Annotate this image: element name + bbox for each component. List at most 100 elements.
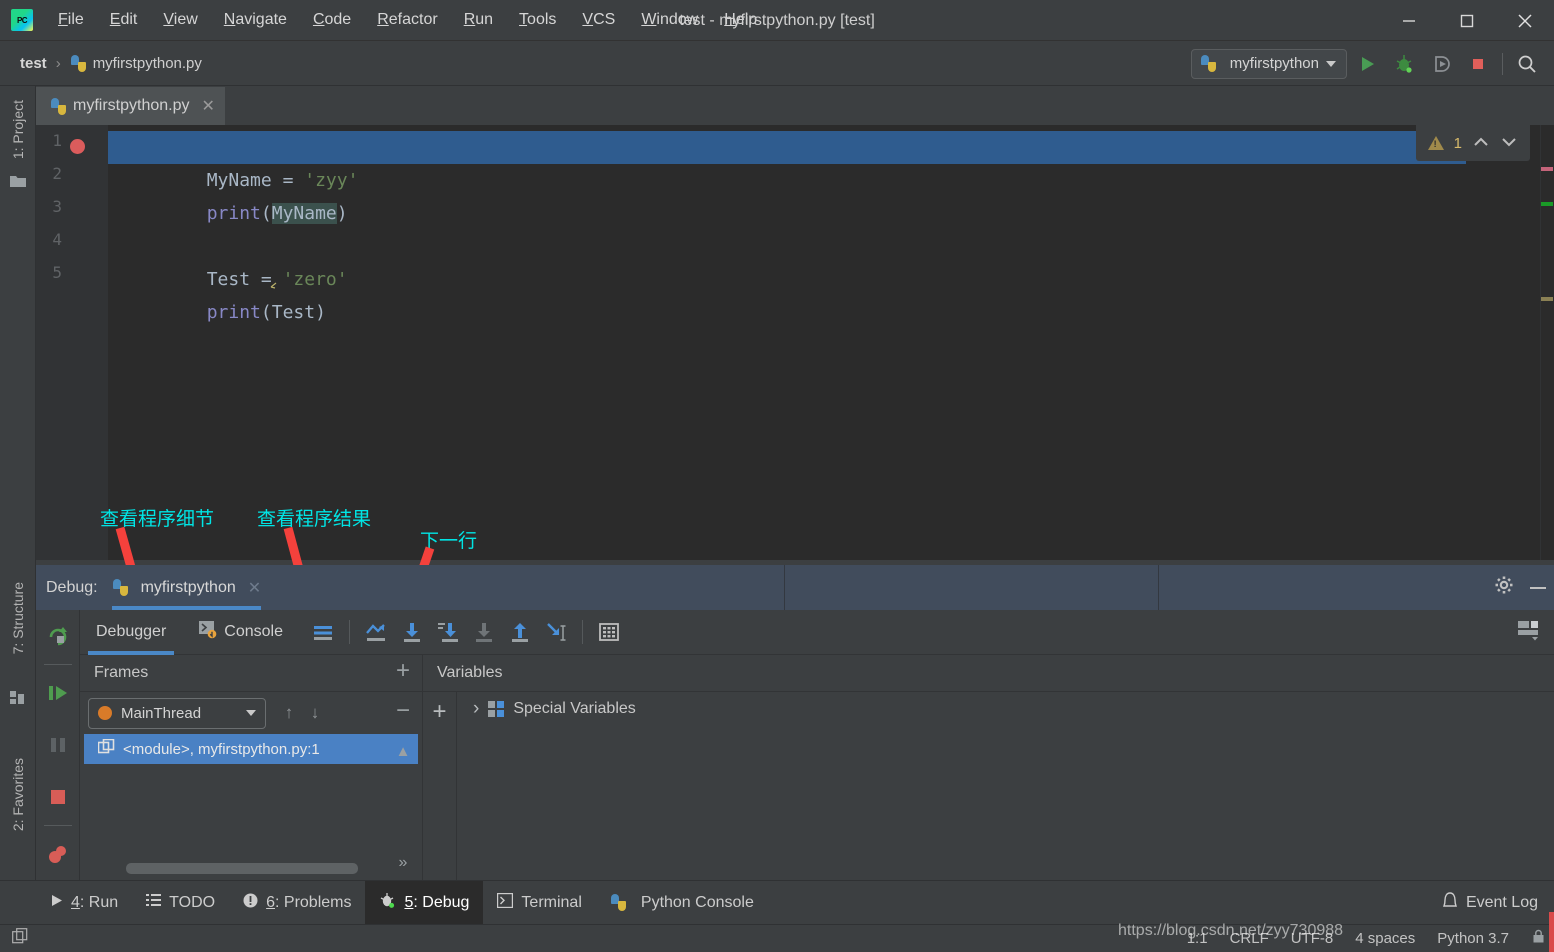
stop-button[interactable] — [1461, 47, 1495, 81]
search-everywhere-button[interactable] — [1510, 47, 1544, 81]
add-watch-button[interactable]: + — [396, 659, 410, 683]
menu-refactor[interactable]: Refactor — [364, 8, 450, 32]
move-up-button[interactable]: ▲ — [396, 743, 411, 760]
step-over-button[interactable] — [394, 614, 430, 650]
mute-breakpoints-button[interactable] — [305, 614, 341, 650]
editor-marker-bar[interactable] — [1540, 125, 1554, 560]
marker-error[interactable] — [1541, 167, 1553, 171]
chevron-down-icon — [1326, 60, 1336, 67]
code-editor[interactable]: 1 2 3 4 5 MyName = 'zyy' print(MyName) T… — [36, 125, 1554, 560]
frame-list-item[interactable]: <module>, myfirstpython.py:1 — [84, 734, 418, 764]
frame-up-button[interactable]: ↑ — [276, 700, 302, 726]
variable-label: Special Variables — [513, 700, 636, 717]
resume-program-button[interactable] — [36, 667, 80, 719]
bottom-tab-debug[interactable]: 5: Debug — [365, 880, 484, 925]
menu-vcs[interactable]: VCS — [569, 8, 628, 32]
debug-session-tab[interactable]: myfirstpython ✕ — [111, 565, 262, 610]
arrow-up-icon: ↑ — [284, 703, 294, 722]
editor-tab-label: myfirstpython.py — [73, 97, 190, 114]
breadcrumb-file[interactable]: myfirstpython.py — [93, 55, 202, 72]
sidebar-item-project-label: 1: Project — [10, 100, 26, 160]
chevron-right-icon[interactable]: › — [473, 698, 479, 720]
menu-window[interactable]: Window — [628, 8, 711, 32]
python-tab-icon — [50, 97, 67, 115]
menu-run[interactable]: Run — [451, 8, 506, 32]
pause-program-button[interactable] — [36, 719, 80, 771]
event-log-button[interactable]: Event Log — [1442, 891, 1538, 914]
rerun-button[interactable] — [36, 610, 80, 662]
status-bar-right: 1:1 CRLF UTF-8 4 spaces Python 3.7 — [1187, 929, 1546, 948]
copy-icon[interactable] — [12, 927, 29, 950]
file-encoding[interactable]: UTF-8 — [1291, 930, 1334, 947]
add-variable-button[interactable]: + — [432, 698, 446, 880]
title-bar: PC File Edit View Navigate Code Refactor… — [0, 0, 1554, 41]
minimize-panel-icon[interactable] — [1528, 579, 1546, 597]
code-area[interactable]: MyName = 'zyy' print(MyName) Test = 'zer… — [108, 125, 1554, 560]
editor-tab-myfirstpython[interactable]: myfirstpython.py ✕ — [36, 87, 225, 125]
thread-selector[interactable]: MainThread — [88, 697, 266, 729]
step-into-button[interactable] — [430, 614, 466, 650]
bottom-tab-python-console[interactable]: Python Console — [596, 881, 768, 925]
menu-code[interactable]: Code — [300, 8, 364, 32]
close-tab-icon[interactable]: ✕ — [201, 96, 214, 116]
tab-console[interactable]: Console — [182, 610, 299, 655]
menu-edit[interactable]: Edit — [97, 8, 151, 32]
marker-change[interactable] — [1541, 202, 1553, 206]
sidebar-item-favorites[interactable]: 2: Favorites — [0, 752, 36, 837]
python-interpreter[interactable]: Python 3.7 — [1437, 930, 1509, 947]
menu-navigate[interactable]: Navigate — [211, 8, 300, 32]
tab-debugger[interactable]: Debugger — [80, 610, 182, 655]
editor-tab-strip: myfirstpython.py ✕ — [36, 87, 1554, 125]
force-step-into-button[interactable] — [466, 614, 502, 650]
bottom-tab-run[interactable]: 4: Run — [36, 881, 132, 925]
layout-settings-button[interactable] — [1516, 619, 1540, 646]
frame-down-button[interactable]: ↓ — [302, 700, 328, 726]
next-problem-icon[interactable] — [1500, 135, 1518, 152]
indent-setting[interactable]: 4 spaces — [1355, 930, 1415, 947]
frames-expand-button[interactable]: » — [399, 854, 408, 872]
close-button[interactable] — [1496, 0, 1554, 41]
stop-button[interactable] — [36, 771, 80, 823]
maximize-button[interactable] — [1438, 0, 1496, 41]
view-breakpoints-button[interactable] — [36, 828, 80, 880]
close-session-icon[interactable]: ✕ — [248, 578, 261, 598]
run-configuration-selector[interactable]: myfirstpython — [1190, 48, 1347, 79]
line-number: 1 — [52, 131, 62, 150]
python-file-icon — [70, 54, 87, 72]
step-out-button[interactable] — [502, 614, 538, 650]
evaluate-expression-button[interactable] — [591, 614, 627, 650]
menu-help[interactable]: Help — [711, 8, 770, 32]
bottom-tab-problems[interactable]: 6: Problems — [229, 881, 365, 925]
chevron-down-icon — [246, 710, 256, 716]
debug-tabs-toolbar: Debugger Console — [80, 610, 1554, 655]
show-execution-point-button[interactable] — [358, 614, 394, 650]
caret-position[interactable]: 1:1 — [1187, 930, 1208, 947]
sidebar-item-project[interactable]: 1: Project — [0, 94, 36, 165]
breakpoint-marker[interactable] — [70, 139, 85, 154]
run-with-coverage-button[interactable] — [1424, 47, 1458, 81]
variable-row-special[interactable]: › Special Variables — [465, 692, 1554, 726]
bottom-tab-debug-label: 5: Debug — [404, 893, 470, 911]
bottom-tab-todo[interactable]: TODO — [132, 881, 229, 925]
run-to-cursor-button[interactable] — [538, 614, 574, 650]
run-button[interactable] — [1350, 47, 1384, 81]
minimize-button[interactable] — [1380, 0, 1438, 41]
menu-view[interactable]: View — [150, 8, 210, 32]
sidebar-item-structure[interactable]: 7: Structure — [0, 576, 36, 660]
previous-problem-icon[interactable] — [1472, 135, 1490, 152]
bottom-tab-terminal[interactable]: Terminal — [483, 881, 595, 925]
frames-horizontal-scrollbar[interactable] — [126, 863, 358, 874]
menu-tools[interactable]: Tools — [506, 8, 569, 32]
gear-icon[interactable] — [1494, 575, 1514, 600]
remove-watch-button[interactable]: − — [396, 699, 410, 723]
line-separator[interactable]: CRLF — [1230, 930, 1269, 947]
marker-warning[interactable] — [1541, 297, 1553, 301]
frame-icon — [97, 738, 115, 760]
lock-icon[interactable] — [1531, 929, 1546, 948]
debug-button[interactable] — [1387, 47, 1421, 81]
inspection-widget[interactable]: 1 — [1415, 125, 1530, 161]
breadcrumb-project[interactable]: test — [20, 55, 47, 72]
editor-gutter[interactable]: 1 2 3 4 5 — [36, 125, 108, 560]
menu-file[interactable]: File — [45, 8, 97, 32]
frames-pane: Frames MainThread ↑ ↓ <module>, myfirstp… — [80, 655, 423, 880]
